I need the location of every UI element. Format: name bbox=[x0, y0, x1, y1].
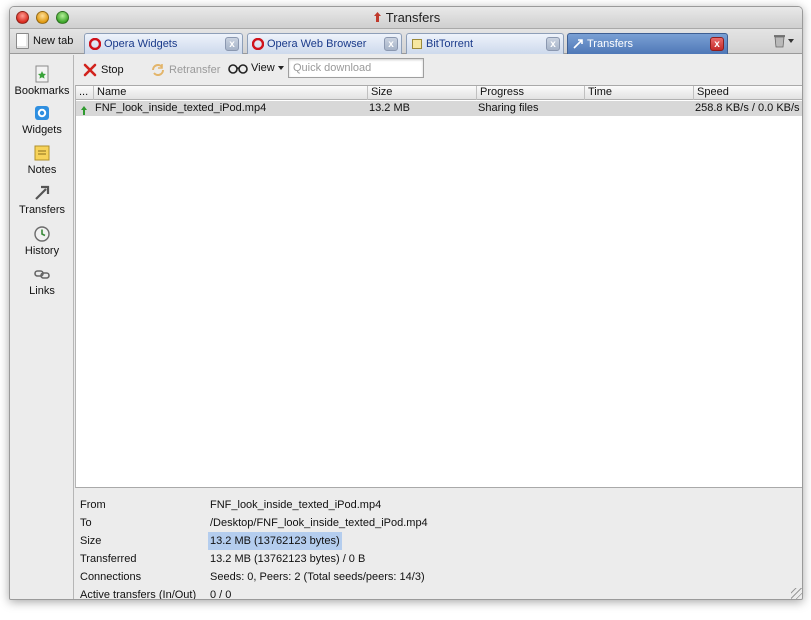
detail-label: Connections bbox=[80, 571, 142, 583]
transfers-icon bbox=[35, 185, 50, 200]
detail-row-from: From FNF_look_inside_texted_iPod.mp4 bbox=[75, 496, 802, 514]
detail-label: To bbox=[80, 517, 92, 529]
sidebar-item-bookmarks[interactable]: Bookmarks bbox=[10, 65, 74, 97]
retransfer-button[interactable]: Retransfer bbox=[150, 62, 220, 78]
panel-sidebar: Bookmarks Widgets Notes Transfers Histor… bbox=[10, 55, 74, 599]
column-header-size[interactable]: Size bbox=[367, 86, 476, 100]
stop-button[interactable]: Stop bbox=[82, 62, 124, 78]
resize-grip[interactable] bbox=[791, 588, 802, 599]
page-icon bbox=[412, 39, 422, 49]
notes-icon bbox=[34, 145, 50, 161]
sidebar-item-label: Widgets bbox=[22, 124, 62, 136]
list-header: ... Name Size Progress Time Speed bbox=[76, 86, 802, 100]
widgets-icon bbox=[35, 106, 49, 120]
row-size: 13.2 MB bbox=[369, 102, 410, 114]
detail-row-active-transfers: Active transfers (In/Out) 0 / 0 bbox=[75, 586, 802, 600]
column-header-progress[interactable]: Progress bbox=[476, 86, 584, 100]
tab-bar: New tab Opera Widgets x Opera Web Browse… bbox=[10, 29, 802, 54]
tab-bittorrent[interactable]: BitTorrent x bbox=[406, 33, 564, 54]
sidebar-item-label: Bookmarks bbox=[14, 85, 70, 97]
detail-value: 0 / 0 bbox=[210, 589, 232, 600]
window-title-wrap: Transfers bbox=[10, 10, 802, 25]
new-page-icon bbox=[16, 33, 29, 49]
tab-label: Transfers bbox=[587, 38, 634, 50]
sidebar-item-label: Notes bbox=[27, 164, 57, 176]
quick-download-field[interactable] bbox=[288, 58, 424, 78]
trash-icon bbox=[774, 35, 785, 48]
transfer-details: From FNF_look_inside_texted_iPod.mp4 To … bbox=[75, 489, 802, 600]
column-header-time[interactable]: Time bbox=[584, 86, 693, 100]
sidebar-item-label: Transfers bbox=[18, 204, 66, 216]
tab-opera-web-browser[interactable]: Opera Web Browser x bbox=[247, 33, 402, 54]
row-name: FNF_look_inside_texted_iPod.mp4 bbox=[95, 102, 267, 114]
tab-opera-widgets[interactable]: Opera Widgets x bbox=[84, 33, 243, 54]
links-icon bbox=[34, 270, 50, 279]
transfers-panel: Stop Retransfer View Quick download ... … bbox=[75, 55, 802, 600]
upload-arrow-icon bbox=[76, 101, 93, 116]
detail-value: /Desktop/FNF_look_inside_texted_iPod.mp4 bbox=[210, 517, 428, 529]
close-tab-button[interactable]: x bbox=[384, 37, 398, 51]
detail-value: Seeds: 0, Peers: 2 (Total seeds/peers: 1… bbox=[210, 571, 425, 583]
tab-label: Opera Web Browser bbox=[267, 38, 367, 50]
column-header-name[interactable]: Name bbox=[93, 86, 367, 100]
glasses-icon bbox=[228, 64, 248, 74]
retransfer-icon bbox=[152, 64, 164, 76]
sidebar-item-history[interactable]: History bbox=[10, 225, 74, 257]
detail-label: Active transfers (In/Out) bbox=[80, 589, 197, 600]
quick-download-input[interactable] bbox=[293, 62, 419, 74]
opera-icon bbox=[252, 38, 264, 50]
detail-row-to: To /Desktop/FNF_look_inside_texted_iPod.… bbox=[75, 514, 802, 532]
transfers-toolbar: Stop Retransfer View bbox=[75, 55, 802, 85]
sidebar-item-label: History bbox=[24, 245, 60, 257]
detail-row-transferred: Transferred 13.2 MB (13762123 bytes) / 0… bbox=[75, 550, 802, 568]
sidebar-item-transfers[interactable]: Transfers bbox=[10, 184, 74, 216]
tab-label: BitTorrent bbox=[426, 38, 474, 50]
close-tab-button[interactable]: x bbox=[710, 37, 724, 51]
bookmarks-icon bbox=[35, 65, 49, 83]
row-time bbox=[583, 101, 693, 116]
retransfer-label: Retransfer bbox=[169, 64, 221, 76]
title-bar[interactable]: Transfers bbox=[10, 7, 802, 29]
opera-icon bbox=[89, 38, 101, 50]
sidebar-item-label: Links bbox=[29, 285, 55, 297]
detail-label: Size bbox=[80, 535, 102, 547]
detail-value: 13.2 MB (13762123 bytes) / 0 B bbox=[210, 553, 366, 565]
row-speed: 258.8 KB/s / 0.0 KB/s bbox=[695, 102, 800, 114]
tab-label: Opera Widgets bbox=[104, 38, 178, 50]
view-label: View bbox=[251, 62, 275, 74]
close-tab-button[interactable]: x bbox=[225, 37, 239, 51]
tab-transfers[interactable]: Transfers x bbox=[567, 33, 728, 54]
window-title: Transfers bbox=[385, 10, 441, 25]
chevron-down-icon bbox=[788, 38, 794, 43]
trash-button[interactable] bbox=[773, 33, 794, 48]
stop-icon bbox=[83, 63, 97, 77]
detail-label: From bbox=[80, 499, 106, 511]
sidebar-item-notes[interactable]: Notes bbox=[10, 144, 74, 176]
new-tab-button[interactable]: New tab bbox=[16, 31, 73, 51]
transfers-icon bbox=[573, 39, 583, 49]
detail-value: FNF_look_inside_texted_iPod.mp4 bbox=[210, 499, 382, 511]
transfers-icon bbox=[373, 12, 381, 22]
sidebar-item-widgets[interactable]: Widgets bbox=[10, 104, 74, 136]
table-row[interactable]: FNF_look_inside_texted_iPod.mp4 13.2 MB … bbox=[76, 101, 802, 116]
detail-row-size: Size 13.2 MB (13762123 bytes) bbox=[75, 532, 802, 550]
new-tab-label: New tab bbox=[33, 35, 74, 47]
stop-label: Stop bbox=[101, 64, 124, 76]
chevron-down-icon bbox=[277, 66, 284, 70]
view-menu-button[interactable]: View bbox=[228, 62, 284, 74]
transfers-list: ... Name Size Progress Time Speed FNF_lo… bbox=[75, 85, 802, 488]
column-header-more[interactable]: ... bbox=[76, 86, 93, 100]
row-progress: Sharing files bbox=[478, 102, 539, 114]
column-header-speed[interactable]: Speed bbox=[693, 86, 802, 100]
detail-label: Transferred bbox=[80, 553, 137, 565]
browser-window: Transfers New tab Opera Widgets x Opera … bbox=[9, 6, 803, 600]
close-tab-button[interactable]: x bbox=[546, 37, 560, 51]
detail-value-selected[interactable]: 13.2 MB (13762123 bytes) bbox=[208, 532, 342, 550]
detail-row-connections: Connections Seeds: 0, Peers: 2 (Total se… bbox=[75, 568, 802, 586]
sidebar-item-links[interactable]: Links bbox=[10, 265, 74, 297]
history-icon bbox=[34, 226, 50, 242]
